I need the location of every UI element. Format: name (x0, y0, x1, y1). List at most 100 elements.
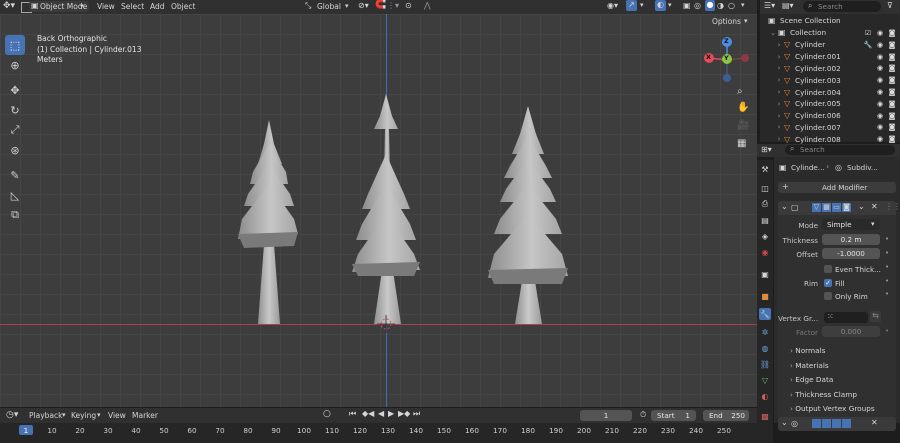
camera-icon[interactable]: ◙ (886, 64, 898, 72)
xray-icon[interactable]: ▣ (683, 1, 691, 10)
shading-wireframe-icon[interactable]: ◎ (694, 1, 701, 10)
chevron-down-icon[interactable]: ⌄ (858, 202, 865, 211)
next-keyframe-icon[interactable]: ▶◆ (398, 409, 410, 418)
editor-type-icon[interactable]: ✥▾ (3, 1, 15, 11)
keyframe-dot-icon[interactable]: • (885, 277, 889, 285)
timeline-menu-keying[interactable]: Keying (71, 411, 96, 420)
camera-icon[interactable]: ◙ (886, 29, 898, 37)
vertex-group-field[interactable]: ⁙ (824, 312, 868, 323)
render-tab-icon[interactable]: ◫ (759, 182, 771, 194)
particles-tab-icon[interactable]: ✲ (759, 326, 771, 338)
current-frame-field[interactable]: 1 (580, 410, 632, 421)
thickness-field[interactable]: 0.2 m (822, 234, 880, 245)
on-cage-toggle-icon[interactable]: ▦ (822, 203, 831, 212)
editor-type-icon[interactable]: ☰▾ (764, 1, 775, 10)
play-reverse-icon[interactable]: ◀ (378, 409, 384, 418)
second-modifier-header[interactable]: ⌄ ◎ ✕ (778, 417, 896, 431)
viewport-toggle-icon[interactable]: ▭ (832, 203, 841, 212)
keyframe-dot-icon[interactable]: • (885, 290, 889, 298)
menu-select[interactable]: Select (121, 2, 144, 11)
start-frame-field[interactable]: Start 1 (651, 410, 696, 421)
list-item[interactable]: › ▽ Cylinder.001 ◉ ◙ (774, 51, 898, 63)
end-frame-field[interactable]: End 250 (703, 410, 749, 421)
menu-add[interactable]: Add (150, 2, 165, 11)
chevron-down-icon[interactable]: ▾ (640, 1, 644, 9)
view-layer-tab-icon[interactable]: ▤ (759, 214, 771, 226)
eye-icon[interactable]: ◉ (874, 100, 886, 108)
viewport-toggle-icon[interactable] (832, 419, 841, 428)
scene-collection-row[interactable]: ▣ Scene Collection (768, 15, 898, 27)
menu-view[interactable]: View (97, 2, 115, 11)
chevron-right-icon[interactable]: › (774, 112, 784, 120)
edit-mode-toggle-icon[interactable]: ▽ (812, 203, 821, 212)
list-item[interactable]: › ▽ Cylinder.003 ◉ ◙ (774, 74, 898, 86)
data-tab-icon[interactable]: ▽ (759, 374, 771, 386)
orientation-select[interactable]: ⤡ Global ▾ (305, 1, 355, 12)
scene-tab-icon[interactable]: ◈ (759, 230, 771, 242)
tree-left[interactable] (238, 120, 298, 324)
on-cage-toggle-icon[interactable] (822, 419, 831, 428)
chevron-down-icon[interactable]: ⌄ (768, 29, 778, 37)
tree-right[interactable] (488, 106, 568, 324)
constraints-tab-icon[interactable]: ⛓ (759, 358, 771, 370)
offset-field[interactable]: -1.0000 (822, 248, 880, 259)
list-item[interactable]: › ▽ Cylinder.006 ◉ ◙ (774, 110, 898, 122)
eye-icon[interactable]: ◉ (874, 41, 886, 49)
object-tab-icon[interactable]: ■ (759, 290, 771, 302)
pivot-icon[interactable]: ⊘▾ (358, 1, 369, 10)
close-icon[interactable]: ✕ (871, 418, 878, 427)
filter-icon[interactable]: ⊽ (887, 1, 893, 10)
factor-field[interactable]: 0.000 (822, 326, 880, 337)
scene-objects[interactable] (0, 14, 757, 407)
list-item[interactable]: › ▽ Cylinder.007 ◉ ◙ (774, 122, 898, 134)
normals-panel[interactable]: › Normals (790, 346, 825, 355)
stopwatch-icon[interactable]: ⏱ (640, 410, 646, 420)
materials-panel[interactable]: › Materials (790, 361, 829, 370)
close-icon[interactable]: ✕ (871, 202, 878, 211)
output-vertex-groups-panel[interactable]: › Output Vertex Groups (790, 404, 875, 413)
chevron-right-icon[interactable]: › (774, 41, 784, 49)
chevron-right-icon[interactable]: › (774, 76, 784, 84)
checkbox-icon[interactable]: ☑ (862, 29, 874, 37)
camera-icon[interactable]: ◙ (886, 41, 898, 49)
prev-keyframe-icon[interactable]: ◆◀ (362, 409, 374, 418)
snap-target-icon[interactable]: ⋮▾ (387, 1, 399, 10)
display-mode-icon[interactable]: ▤▾ (782, 1, 794, 10)
output-tab-icon[interactable]: ⎙ (759, 198, 771, 210)
camera-icon[interactable]: ◙ (886, 53, 898, 61)
eye-icon[interactable]: ◉ (874, 123, 886, 131)
chevron-right-icon[interactable]: › (774, 64, 784, 72)
menu-object[interactable]: Object (171, 2, 195, 11)
list-item[interactable]: › ▽ Cylinder 🔧 ◉ ◙ (774, 39, 898, 51)
texture-tab-icon[interactable]: ▩ (759, 410, 771, 422)
list-item[interactable]: › ▽ Cylinder.005 ◉ ◙ (774, 98, 898, 110)
3d-viewport[interactable]: Back Orthographic (1) Collection | Cylin… (0, 14, 757, 407)
chevron-down-icon[interactable]: ⌄ (781, 202, 788, 211)
edge-data-panel[interactable]: › Edge Data (790, 375, 833, 384)
material-tab-icon[interactable]: ◐ (759, 390, 771, 402)
modifier-tab-icon[interactable]: 🔧 (759, 308, 771, 320)
camera-icon[interactable]: ◙ (886, 112, 898, 120)
camera-icon[interactable]: ◙ (886, 100, 898, 108)
play-icon[interactable]: ▶ (388, 409, 394, 418)
eye-icon[interactable]: ◉ (874, 112, 886, 120)
proportional-edit-icon[interactable]: ⊙ (405, 1, 412, 10)
jump-start-icon[interactable]: ⏮ (349, 409, 356, 419)
collection-row[interactable]: ⌄ ▣ Collection ☑ ◉ ◙ (768, 27, 898, 39)
chevron-down-icon[interactable]: ▾ (668, 1, 672, 9)
invert-arrows-icon[interactable]: ⇆ (870, 311, 881, 322)
chevron-down-icon[interactable]: ▾ (741, 1, 745, 9)
chevron-right-icon[interactable]: › (774, 123, 784, 131)
gizmo-toggle-icon[interactable]: ↗ (626, 0, 637, 11)
list-item[interactable]: › ▽ Cylinder.004 ◉ ◙ (774, 86, 898, 98)
overlays-icon[interactable]: ◐ (655, 0, 666, 11)
eye-icon[interactable]: ◉ (874, 53, 886, 61)
keyframe-dot-icon[interactable]: • (885, 263, 889, 271)
eye-icon[interactable]: ◉ (874, 29, 886, 37)
eye-icon[interactable]: ◉ (874, 64, 886, 72)
edit-mode-toggle-icon[interactable] (812, 419, 821, 428)
snap-icon[interactable]: 🧲 (375, 0, 386, 10)
shading-solid-icon[interactable]: ● (705, 0, 715, 11)
tree-center[interactable] (352, 94, 420, 324)
camera-icon[interactable]: ◙ (886, 88, 898, 96)
